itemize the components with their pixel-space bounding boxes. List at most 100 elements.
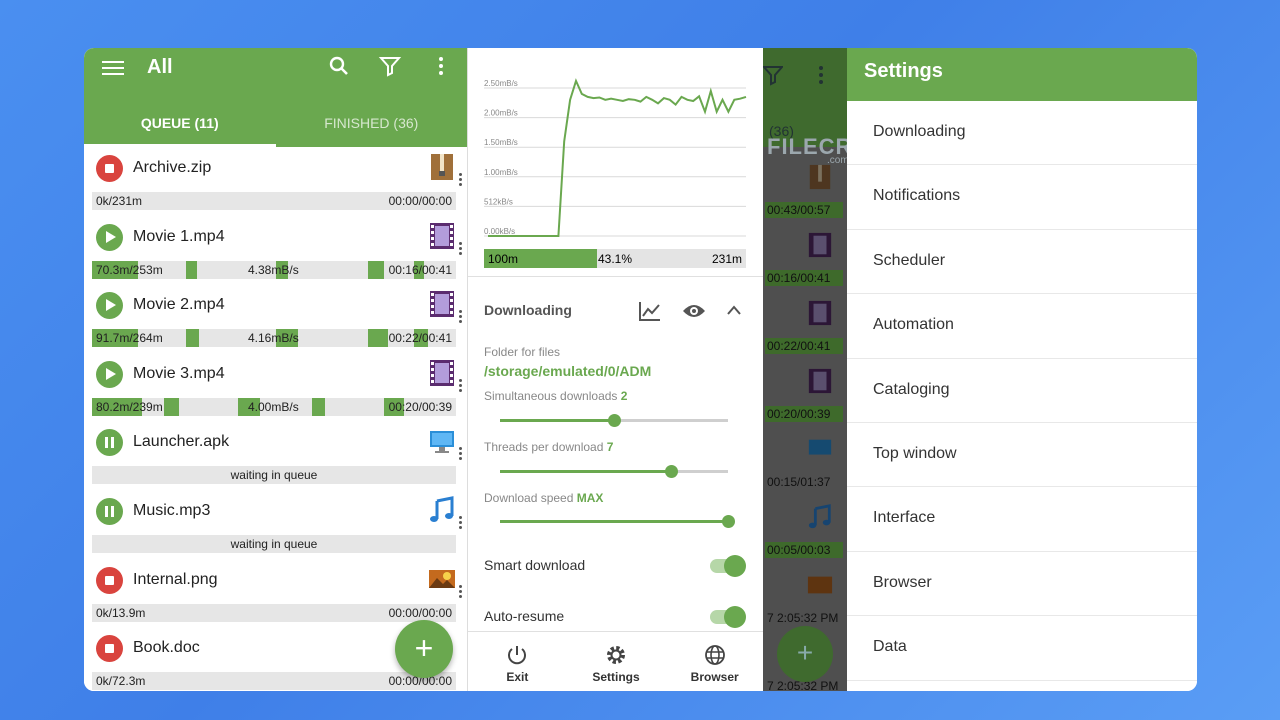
more-vert-icon[interactable]	[429, 54, 453, 78]
time-text: 7 2:05:32 PM	[767, 611, 839, 625]
stop-button[interactable]	[96, 566, 123, 594]
music-note-icon	[808, 504, 831, 529]
progress-bar: 70.3m/253m 4.38mB/s 00:16/00:41	[92, 260, 456, 279]
time-text: 00:15/01:37	[767, 475, 831, 489]
dimmed-app-bar: (36)	[763, 48, 847, 147]
monitor-icon	[808, 439, 832, 455]
settings-item-automation[interactable]: Automation	[847, 294, 1197, 359]
list-item[interactable]: Launcher.apk waiting in queue	[84, 423, 467, 492]
simultaneous-slider[interactable]	[500, 414, 728, 427]
nav-exit[interactable]: Exit	[468, 632, 567, 691]
nav-browser[interactable]: Browser	[665, 632, 764, 691]
auto-resume-toggle[interactable]	[710, 606, 746, 628]
list-item[interactable]: Archive.zip 0k/231m 00:00/00:00	[84, 149, 467, 218]
settings-item-top-window[interactable]: Top window	[847, 423, 1197, 488]
chart-y-ticks: 2.50mB/s 2.00mB/s 1.50mB/s 1.00mB/s 512kB/s 0…	[484, 79, 518, 236]
nav-exit-label: Exit	[506, 670, 529, 684]
globe-icon	[704, 645, 725, 665]
y-tick-label: 1.50mB/s	[484, 138, 518, 147]
threads-slider[interactable]	[500, 465, 728, 478]
more-vert-icon[interactable]	[459, 378, 463, 393]
more-vert-icon[interactable]	[459, 173, 463, 187]
time-text: 00:00/00:00	[388, 605, 452, 620]
progress-bar: 0k/13.9m 00:00/00:00	[92, 603, 456, 622]
more-vert-icon[interactable]	[459, 241, 463, 256]
chevron-up-icon[interactable]	[726, 304, 742, 316]
stop-button[interactable]	[96, 635, 123, 663]
nav-settings-label: Settings	[592, 670, 640, 684]
filter-icon	[763, 66, 783, 86]
list-item[interactable]: Movie 3.mp4 80.2m/239m 4.00mB/s 00:20/00…	[84, 354, 467, 424]
gear-icon	[607, 646, 625, 664]
page-title: All	[147, 56, 173, 78]
settings-item-browser[interactable]: Browser	[847, 552, 1197, 617]
play-button[interactable]	[96, 360, 123, 388]
folder-path[interactable]: /storage/emulated/0/ADM	[484, 363, 651, 379]
time-text: 00:05/00:03	[767, 543, 831, 557]
video-file-icon	[808, 300, 832, 326]
add-download-button[interactable]: +	[395, 620, 453, 678]
list-item[interactable]: Movie 2.mp4 91.7m/264m 4.16mB/s 00:22/00…	[84, 286, 467, 355]
nav-settings[interactable]: Settings	[567, 632, 666, 691]
play-button[interactable]	[96, 223, 123, 251]
y-tick-label: 2.00mB/s	[484, 109, 518, 118]
filter-icon[interactable]	[378, 54, 402, 78]
threads-label: Threads per download 7	[484, 440, 613, 454]
section-title: Downloading	[484, 302, 572, 318]
progress-bar: 80.2m/239m 4.00mB/s 00:20/00:39	[92, 397, 456, 416]
more-vert-icon[interactable]	[459, 447, 463, 461]
time-text: 00:16/00:41	[767, 271, 831, 285]
chart-grid	[484, 87, 746, 237]
file-name: Launcher.apk	[133, 433, 230, 451]
downloaded-text: 100m	[488, 252, 519, 266]
play-button[interactable]	[96, 292, 123, 320]
zip-file-icon	[431, 154, 453, 180]
dimmed-add-button: +	[777, 626, 833, 682]
pause-button[interactable]	[96, 497, 123, 525]
more-vert-icon	[819, 66, 823, 84]
search-icon[interactable]	[327, 54, 351, 78]
list-item[interactable]: Music.mp3 waiting in queue	[84, 491, 467, 561]
more-vert-icon[interactable]	[459, 310, 463, 324]
music-note-icon	[430, 496, 454, 522]
settings-item-scheduler[interactable]: Scheduler	[847, 230, 1197, 295]
smart-download-toggle[interactable]	[710, 555, 746, 577]
settings-item-notifications[interactable]: Notifications	[847, 165, 1197, 230]
percent-text: 43.1%	[598, 252, 633, 266]
file-name: Movie 2.mp4	[133, 296, 225, 314]
settings-item-cataloging[interactable]: Cataloging	[847, 359, 1197, 423]
progress-bar: waiting in queue	[92, 466, 456, 485]
progress-bar: 0k/72.3m 00:00/00:00	[92, 672, 456, 691]
pause-button[interactable]	[96, 429, 123, 457]
status-text: waiting in queue	[230, 536, 318, 551]
time-text: 00:20/00:39	[388, 399, 452, 414]
file-name: Movie 1.mp4	[133, 227, 225, 245]
threads-value: 7	[606, 440, 614, 454]
eye-icon[interactable]	[682, 302, 706, 320]
speed-chart: 2.50mB/s 2.00mB/s 1.50mB/s 1.00mB/s 512kB/s 0…	[484, 78, 747, 237]
status-text: waiting in queue	[230, 468, 318, 483]
list-item[interactable]: Movie 1.mp4 70.3m/253m 4.38mB/s 00:16/00…	[84, 217, 467, 287]
progress-bar: waiting in queue	[92, 534, 456, 553]
more-vert-icon[interactable]	[459, 584, 463, 599]
tab-finished[interactable]: FINISHED (36)	[276, 99, 468, 147]
progress-bar: 91.7m/264m 4.16mB/s 00:22/00:41	[92, 329, 456, 348]
stop-button[interactable]	[96, 155, 123, 182]
settings-item-data[interactable]: Data	[847, 616, 1197, 681]
time-text: 00:43/00:57	[767, 203, 831, 217]
file-name: Archive.zip	[133, 159, 212, 176]
list-item[interactable]: Internal.png 0k/13.9m 00:00/00:00	[84, 560, 467, 630]
nav-browser-label: Browser	[690, 670, 739, 684]
chart-icon[interactable]	[638, 300, 662, 322]
y-tick-label: 1.00mB/s	[484, 168, 518, 177]
progress-bar: 100m 43.1% 231m	[484, 249, 746, 268]
settings-item-downloading[interactable]: Downloading	[847, 101, 1197, 166]
settings-item-interface[interactable]: Interface	[847, 487, 1197, 552]
dimmed-list-screen: (36) FILECR .com 00:43/00:57 00:16/00:41…	[763, 48, 847, 691]
y-tick-label: 0.00kB/s	[484, 227, 515, 236]
settings-title: Settings	[847, 48, 1197, 101]
more-vert-icon[interactable]	[459, 515, 463, 530]
menu-icon[interactable]	[102, 58, 124, 76]
speed-slider[interactable]	[500, 515, 735, 528]
tab-queue[interactable]: QUEUE (11)	[84, 99, 276, 147]
